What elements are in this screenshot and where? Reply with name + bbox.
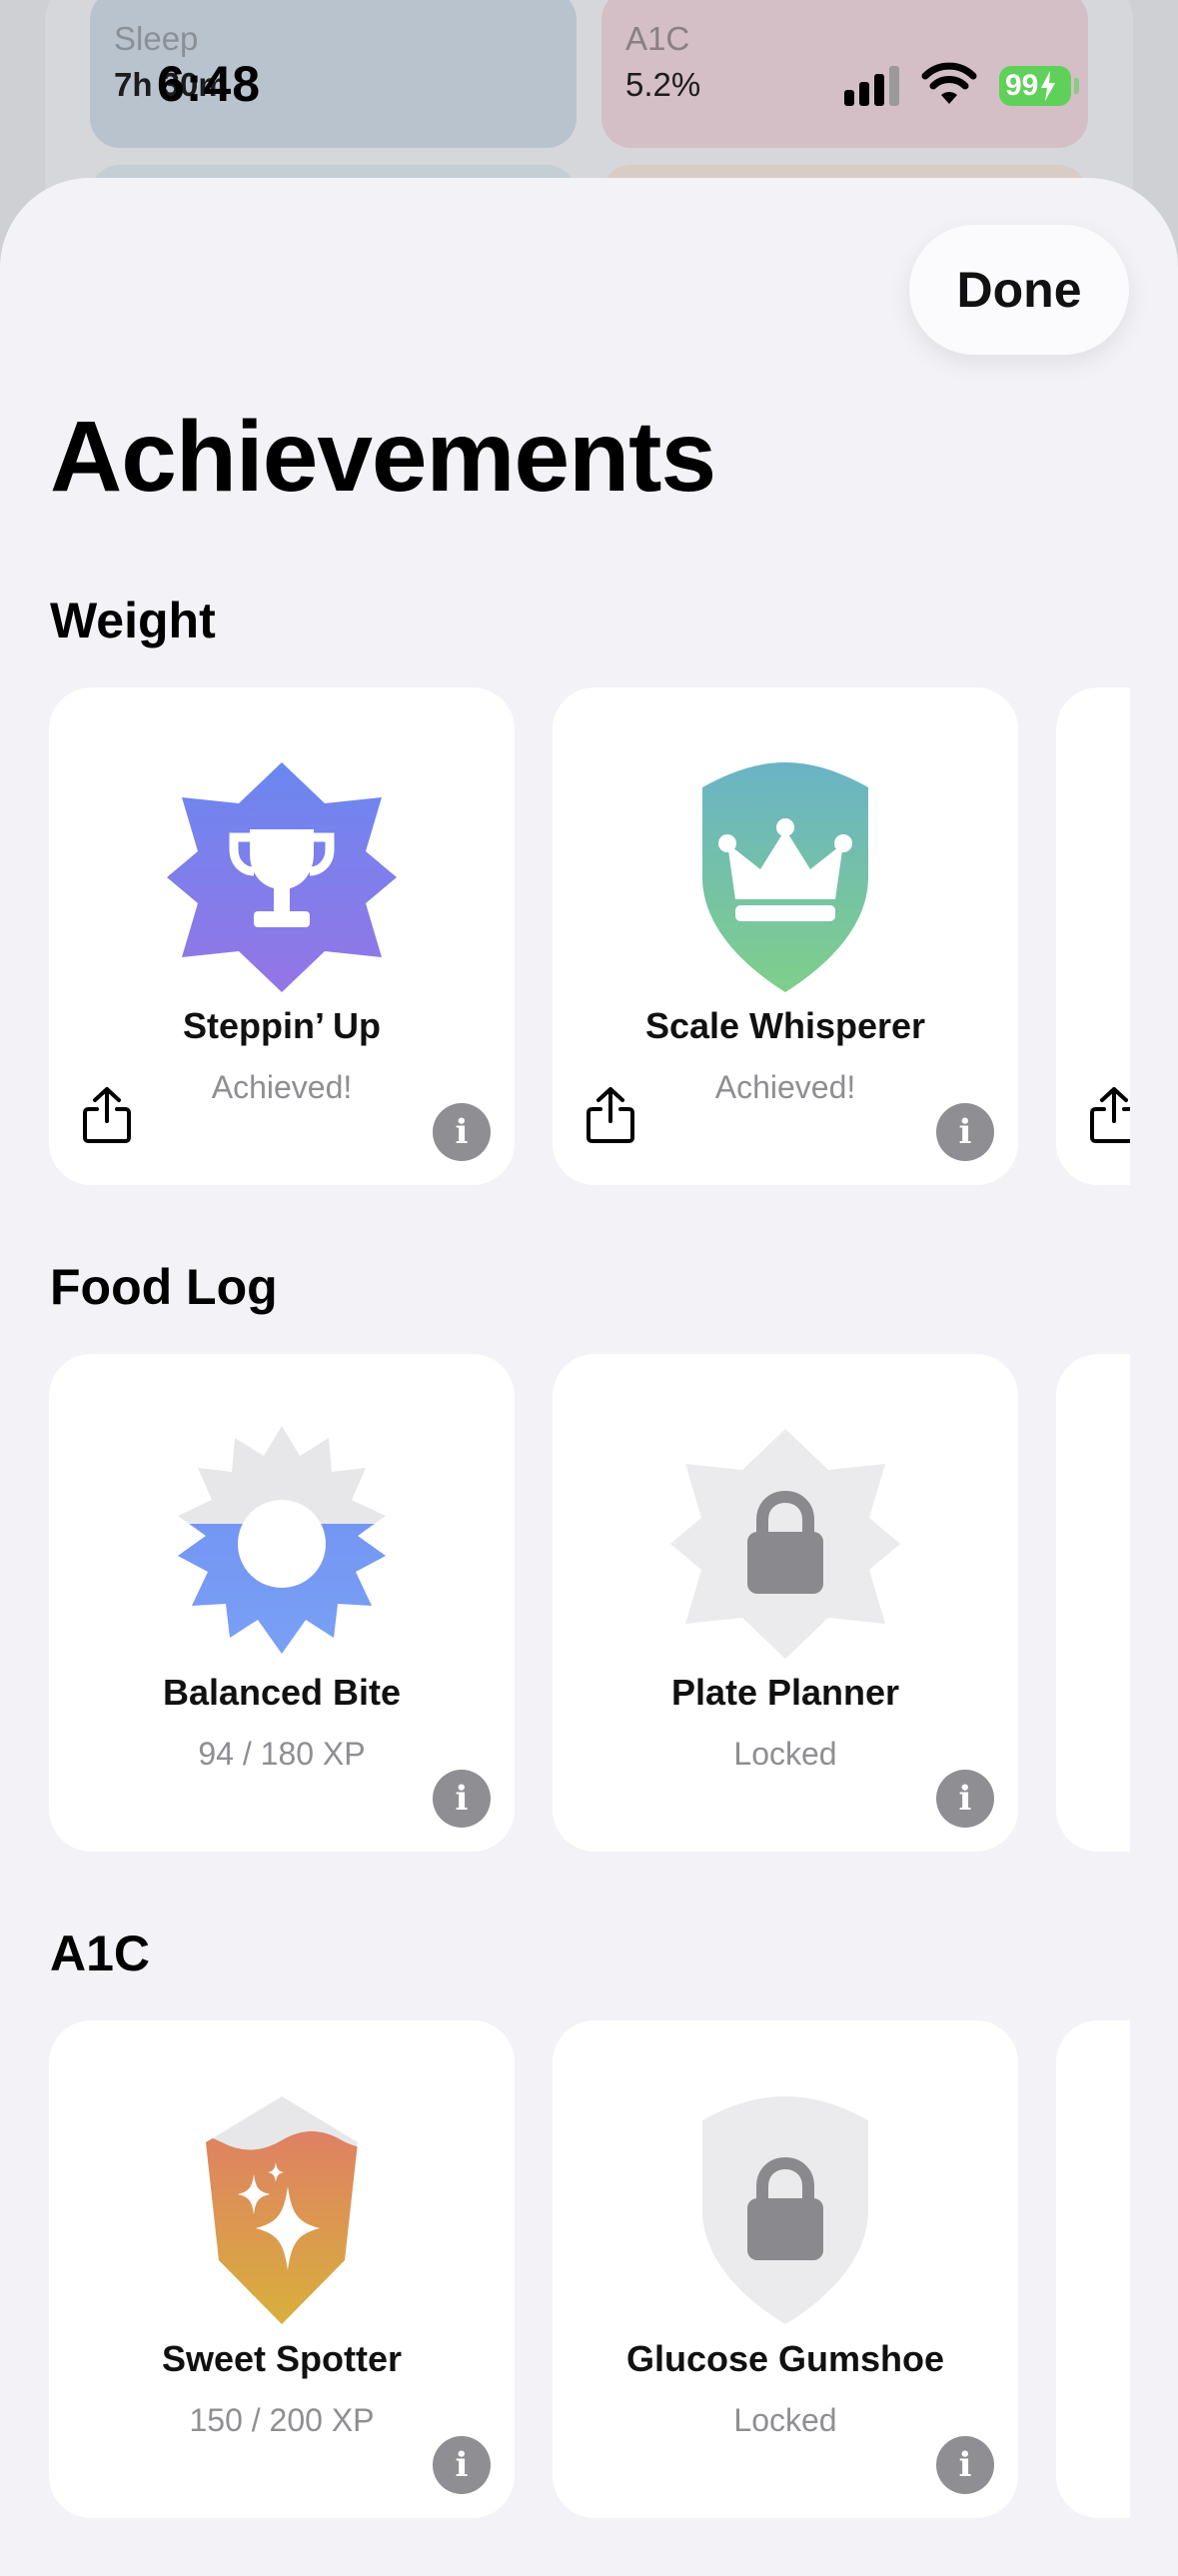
battery-cap: [1074, 78, 1079, 94]
achievement-card-peek[interactable]: [1056, 1354, 1130, 1852]
done-button[interactable]: Done: [909, 225, 1129, 355]
achievement-card[interactable]: Scale Whisperer Achieved! i: [553, 687, 1018, 1185]
achievement-name: Balanced Bite: [162, 1672, 402, 1713]
wifi-icon: [921, 62, 977, 104]
info-icon[interactable]: i: [433, 1770, 491, 1828]
achievement-card[interactable]: Steppin’ Up Achieved! i: [49, 687, 515, 1185]
achievement-name: Sweet Spotter: [161, 2338, 403, 2379]
status-time: 6:48: [157, 56, 262, 112]
share-icon[interactable]: [81, 1085, 133, 1145]
cellular-signal-icon: [844, 66, 899, 106]
starburst-badge-icon: [178, 1426, 386, 1654]
info-icon[interactable]: i: [433, 1103, 491, 1161]
achievement-status: Locked: [733, 1736, 837, 1772]
achievement-card[interactable]: Balanced Bite 94 / 180 XP i: [49, 1354, 515, 1852]
info-icon[interactable]: i: [936, 1103, 994, 1161]
share-icon[interactable]: [1088, 1085, 1130, 1145]
section-title-weight: Weight: [50, 593, 216, 648]
trophy-badge-icon: [167, 762, 397, 992]
achievement-name: Glucose Gumshoe: [625, 2338, 945, 2379]
page-title: Achievements: [50, 401, 716, 513]
achievement-card[interactable]: Plate Planner Locked i: [553, 1354, 1018, 1852]
achievement-status: Locked: [733, 2402, 837, 2438]
achievement-card-peek[interactable]: [1056, 2020, 1130, 2518]
achievement-card-peek[interactable]: [1056, 687, 1130, 1185]
info-icon[interactable]: i: [936, 2436, 994, 2494]
info-icon[interactable]: i: [936, 1770, 994, 1828]
info-icon[interactable]: i: [433, 2436, 491, 2494]
background-card-title: Sleep: [114, 20, 199, 57]
achievement-card[interactable]: Glucose Gumshoe Locked i: [553, 2020, 1018, 2518]
crown-shield-icon: [702, 762, 868, 992]
achievement-status: 94 / 180 XP: [198, 1736, 366, 1772]
lock-icon: [670, 1429, 900, 1659]
achievement-card[interactable]: Sweet Spotter 150 / 200 XP i: [49, 2020, 515, 2518]
achievement-name: Plate Planner: [670, 1672, 900, 1713]
background-card-title: A1C: [625, 20, 690, 57]
share-icon[interactable]: [585, 1085, 636, 1145]
lock-icon: [702, 2096, 868, 2324]
section-title-food-log: Food Log: [50, 1259, 278, 1315]
battery-icon: 99: [999, 66, 1071, 106]
section-title-a1c: A1C: [50, 1926, 151, 1981]
battery-level: 99: [1005, 69, 1039, 102]
achievement-status: 150 / 200 XP: [189, 2402, 375, 2438]
achievement-name: Steppin’ Up: [183, 1005, 381, 1046]
background-card-value: 5.2%: [625, 66, 701, 103]
sparkle-shield-icon: [206, 2096, 358, 2324]
charging-bolt-icon: [1041, 71, 1056, 101]
achievement-name: Scale Whisperer: [644, 1005, 926, 1046]
